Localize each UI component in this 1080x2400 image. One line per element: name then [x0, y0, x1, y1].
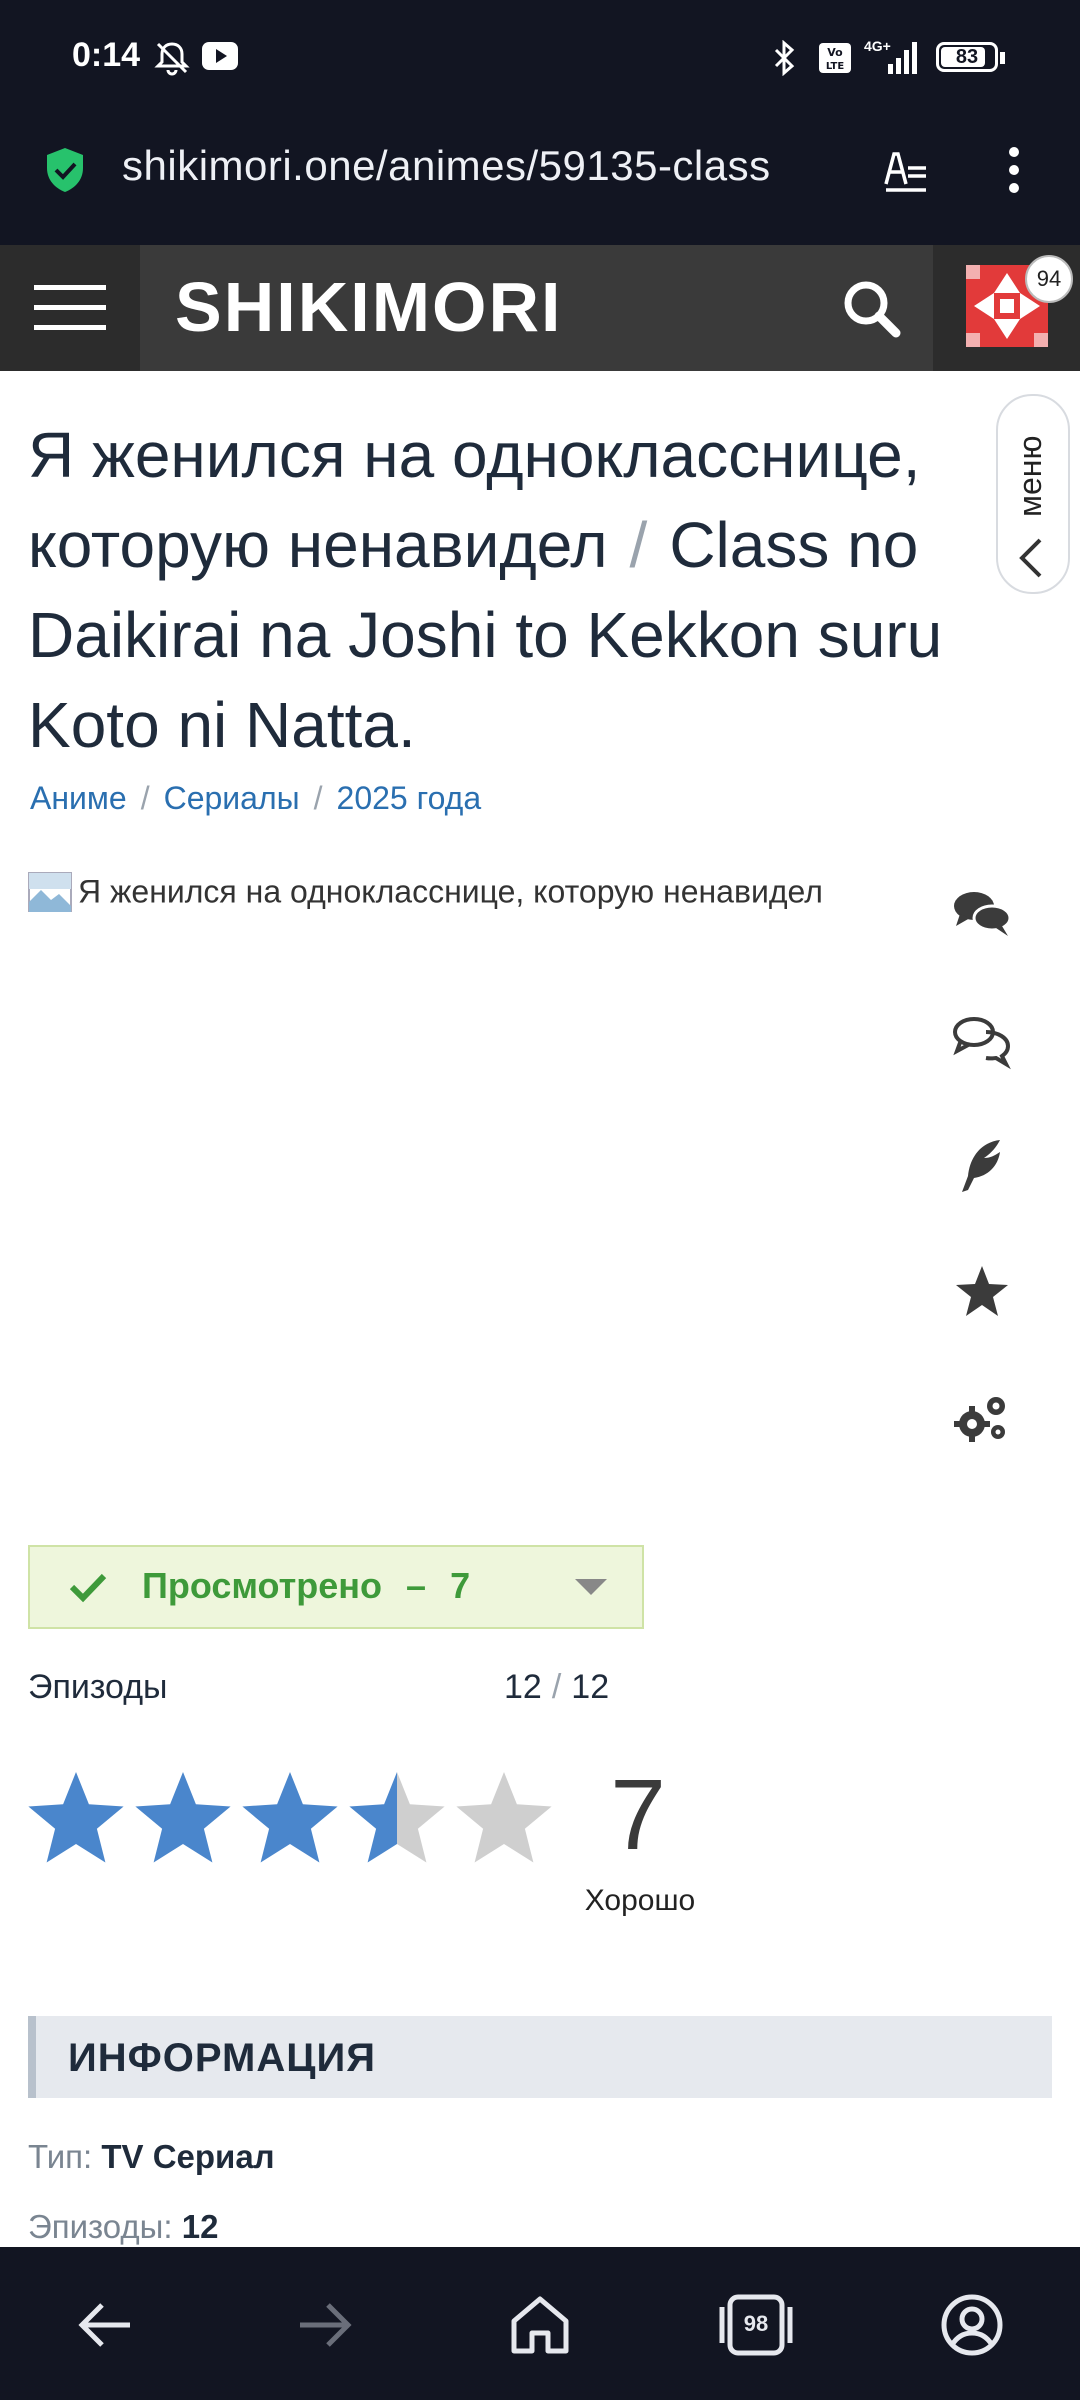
- browser-url-bar[interactable]: shikimori.one/animes/59135-class: [0, 120, 1080, 245]
- profile-icon[interactable]: [934, 2287, 1010, 2363]
- title-separator: /: [629, 509, 648, 581]
- svg-text:LTE: LTE: [826, 61, 845, 72]
- title-ru-part: которую ненавидел: [28, 509, 608, 581]
- breadcrumb-separator: /: [140, 780, 150, 816]
- info-episodes-value: 12: [181, 2208, 219, 2245]
- info-row-episodes: Эпизоды: 12: [28, 2208, 218, 2246]
- episodes-progress: Эпизоды 12/12: [28, 1668, 628, 1707]
- breadcrumb-year[interactable]: 2025 года: [337, 780, 482, 816]
- reader-mode-icon[interactable]: [880, 146, 928, 194]
- info-heading: ИНФОРМАЦИЯ: [68, 2036, 376, 2080]
- settings-gears-icon[interactable]: [952, 1388, 1012, 1448]
- back-arrow-icon[interactable]: [68, 2287, 144, 2363]
- watch-status-dropdown[interactable]: Просмотрено – 7: [28, 1545, 644, 1629]
- forward-arrow-icon[interactable]: [286, 2287, 362, 2363]
- more-options-icon[interactable]: [1000, 144, 1028, 196]
- rating-word: Хорошо: [584, 1884, 696, 1917]
- comments-icon[interactable]: [952, 884, 1012, 944]
- discussion-icon[interactable]: [952, 1010, 1012, 1070]
- chevron-down-icon: [575, 1579, 607, 1595]
- secure-shield-icon: [47, 148, 83, 192]
- broken-image-icon: [28, 872, 72, 912]
- episodes-total: 12: [571, 1668, 610, 1706]
- breadcrumb-anime[interactable]: Аниме: [30, 780, 127, 816]
- rating-score: 7: [610, 1759, 666, 1871]
- tabs-count: 98: [743, 2311, 769, 2336]
- watch-status-label: Просмотрено – 7: [142, 1565, 470, 1607]
- hamburger-icon: [34, 285, 106, 330]
- star-rating[interactable]: [28, 1770, 568, 1870]
- clock: 0:14: [72, 36, 141, 74]
- breadcrumb: Аниме / Сериалы / 2025 года: [30, 780, 481, 817]
- rating-star[interactable]: [456, 1772, 552, 1863]
- watch-status-score: 7: [450, 1565, 471, 1606]
- volte-icon: Vo LTE: [819, 43, 851, 73]
- url-text[interactable]: shikimori.one/animes/59135-class: [122, 142, 852, 190]
- rating-star[interactable]: [28, 1772, 124, 1863]
- page-title: Я женился на однокласснице, которую нена…: [28, 410, 1038, 770]
- episodes-value[interactable]: 12/12: [504, 1668, 609, 1707]
- title-line-4: Koto ni Natta.: [28, 689, 416, 761]
- rating-star[interactable]: [135, 1772, 231, 1863]
- favorite-star-icon[interactable]: [952, 1262, 1012, 1322]
- notification-badge[interactable]: 94: [1025, 255, 1073, 303]
- battery-level: 83: [955, 46, 979, 68]
- hamburger-menu-button[interactable]: [0, 245, 140, 371]
- title-line-3: Daikirai na Joshi to Kekkon suru: [28, 599, 943, 671]
- site-logo[interactable]: SHIKIMORI: [175, 267, 562, 347]
- tabs-button[interactable]: 98: [718, 2287, 794, 2363]
- title-line-1: Я женился на однокласснице,: [28, 419, 921, 491]
- review-feather-icon[interactable]: [952, 1136, 1012, 1196]
- info-section-header: ИНФОРМАЦИЯ: [28, 2016, 1052, 2098]
- battery-tip: [1000, 52, 1005, 64]
- side-menu-tab[interactable]: меню: [996, 394, 1070, 594]
- bluetooth-icon: [774, 40, 795, 76]
- svg-text:Vo: Vo: [827, 46, 843, 59]
- poster-image[interactable]: Я женился на однокласснице, которую нена…: [28, 872, 948, 912]
- episodes-watched: 12: [504, 1668, 542, 1706]
- bell-muted-icon: [154, 42, 190, 76]
- breadcrumb-series[interactable]: Сериалы: [164, 780, 300, 816]
- chevron-left-icon: [1019, 538, 1042, 578]
- info-row-type: Тип: TV Сериал: [28, 2138, 275, 2176]
- title-en-part: Class no: [669, 509, 919, 581]
- info-type-label: Тип:: [28, 2138, 93, 2175]
- signal-icon: [888, 42, 917, 74]
- youtube-icon: [202, 42, 238, 70]
- rating-star[interactable]: [242, 1772, 338, 1863]
- site-header: SHIKIMORI: [0, 245, 1080, 371]
- side-menu-label: меню: [1012, 435, 1048, 517]
- watch-status-dash: –: [406, 1565, 427, 1606]
- status-bar: 0:14 Vo LTE 4G+ 83: [0, 0, 1080, 120]
- battery-icon: 83: [936, 42, 998, 72]
- search-icon[interactable]: [840, 277, 902, 339]
- episodes-separator: /: [551, 1668, 562, 1706]
- watch-status-text: Просмотрено: [142, 1565, 383, 1606]
- episodes-label: Эпизоды: [28, 1668, 168, 1706]
- rating-star[interactable]: [349, 1772, 445, 1863]
- poster-alt-text: Я женился на однокласснице, которую нена…: [78, 873, 823, 910]
- info-type-value: TV Сериал: [101, 2138, 275, 2175]
- check-icon: [69, 1573, 107, 1603]
- info-episodes-label: Эпизоды:: [28, 2208, 173, 2245]
- breadcrumb-separator: /: [313, 780, 323, 816]
- browser-bottom-nav: 98: [0, 2247, 1080, 2400]
- title-line-2: которую ненавидел / Class no: [28, 500, 1038, 590]
- home-icon[interactable]: [502, 2287, 578, 2363]
